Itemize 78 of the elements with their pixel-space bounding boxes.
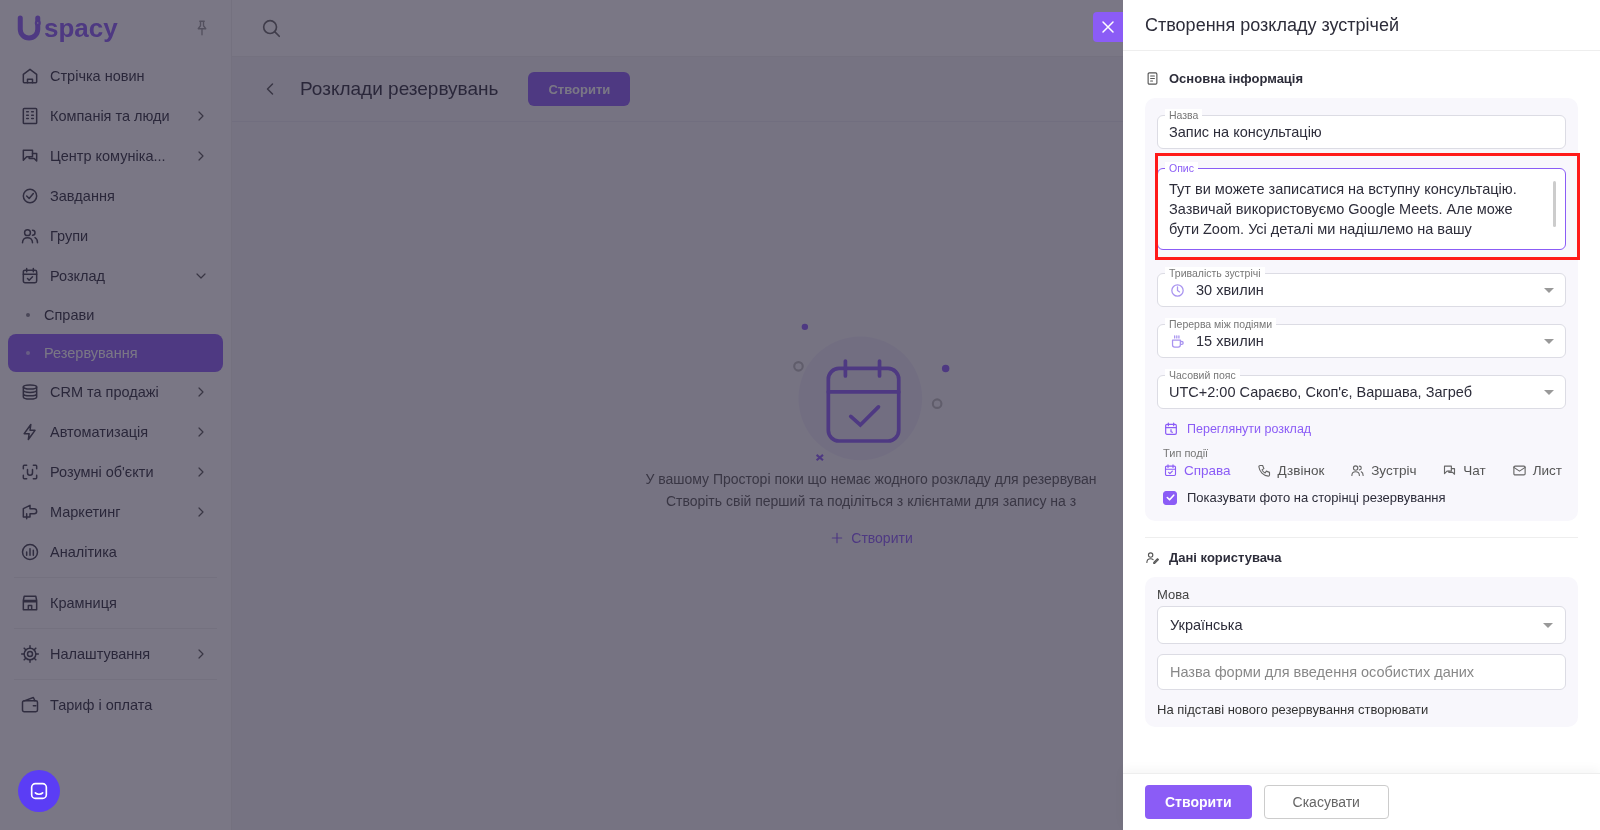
phone-icon <box>1256 463 1272 478</box>
close-button[interactable] <box>1093 12 1123 42</box>
logo-text: spacy <box>44 12 118 44</box>
shop-icon <box>20 593 40 613</box>
sidebar-item[interactable]: Тариф і оплата <box>8 685 223 725</box>
document-icon <box>1145 71 1160 86</box>
chart-icon <box>20 542 40 562</box>
dropdown-field[interactable]: Тривалість зустрічі 30 хвилин <box>1157 266 1566 307</box>
event-type-option[interactable]: Дзвінок <box>1256 463 1325 478</box>
dropdown-caret-icon <box>1544 389 1554 395</box>
dropdown-caret-icon <box>1544 338 1554 344</box>
dropdown-field[interactable]: Українська <box>1157 606 1566 644</box>
chat-bubbles-icon <box>1442 463 1458 478</box>
event-type-option[interactable]: Зустріч <box>1350 463 1417 478</box>
search-icon[interactable] <box>260 17 282 39</box>
check-circle-icon <box>20 186 40 206</box>
home-icon <box>20 66 40 86</box>
calendar-icon <box>1163 463 1178 478</box>
clock-icon <box>1169 281 1186 299</box>
page-title: Розклади резервувань <box>300 78 499 100</box>
field-label: Мова <box>1157 587 1191 602</box>
event-type-option[interactable]: Лист <box>1511 463 1562 478</box>
field-label: Часовий пояс <box>1165 369 1240 381</box>
option-heading: На підставі нового резервування створювати <box>1157 702 1430 717</box>
create-button[interactable]: Створити <box>1145 785 1252 819</box>
field-label: Назва <box>1165 109 1203 121</box>
section-title: Основна інформація <box>1169 71 1304 86</box>
sidebar-item[interactable]: Крамниця <box>8 583 223 623</box>
user-edit-icon <box>1145 550 1160 565</box>
building-icon <box>20 106 40 126</box>
sidebar-item[interactable]: Аналітика <box>8 532 223 572</box>
stack-icon <box>20 382 40 402</box>
chat-icon <box>28 780 50 802</box>
event-type-option[interactable]: Справа <box>1163 463 1231 478</box>
sidebar-item[interactable]: Розклад <box>8 256 223 296</box>
sidebar-item[interactable]: Компанія та люди <box>8 96 223 136</box>
event-type-option[interactable]: Чат <box>1442 463 1486 478</box>
sidebar-item[interactable]: Завдання <box>8 176 223 216</box>
sidebar-item[interactable]: Маркетинг <box>8 492 223 532</box>
input-field[interactable]: Назва форми для введення особистих даних <box>1157 654 1566 690</box>
sidebar-item[interactable]: Налаштування <box>8 634 223 674</box>
field-label: Тип події <box>1163 447 1210 459</box>
view-schedule-link[interactable]: Переглянути розклад <box>1163 421 1312 437</box>
scrollbar <box>1553 181 1556 227</box>
dropdown-field[interactable]: Часовий пояс UTC+2:00 Сараєво, Скоп'є, Варшава, Загреб <box>1157 368 1566 409</box>
calendar-icon <box>20 266 40 286</box>
field-label: Тривалість зустрічі <box>1165 267 1265 279</box>
sidebar-item[interactable]: CRM та продажі <box>8 372 223 412</box>
sidebar-subitem[interactable]: Справи <box>8 296 223 334</box>
empty-state-text: Створіть свій перший та поділіться з клієнтами для запису на з <box>665 493 1077 509</box>
checkbox-label: Показувати фото на сторінці резервування <box>1187 490 1446 505</box>
envelope-icon <box>1511 463 1527 478</box>
cup-icon <box>1169 332 1186 350</box>
sidebar-item[interactable]: Стрічка новин <box>8 56 223 96</box>
dropdown-caret-icon <box>1543 622 1553 628</box>
dropdown-caret-icon <box>1544 287 1554 293</box>
people-icon <box>20 226 40 246</box>
textarea-field[interactable]: Опис Тут ви можете записатися на вступну консультацію. Зазвичай використовуємо Google Meets. Але може бути Zoom. Усі деталі ми надішлемо на вашу <box>1157 161 1566 250</box>
cancel-button[interactable]: Скасувати <box>1263 785 1389 819</box>
people-icon <box>1350 463 1366 478</box>
field-label: Перерва між подіями <box>1165 318 1277 330</box>
settings-icon <box>20 644 40 664</box>
scan-frame-icon <box>20 462 40 482</box>
calendar-clock-icon <box>1163 421 1179 437</box>
checkmark-icon <box>1164 492 1176 503</box>
checkbox[interactable] <box>1163 490 1177 505</box>
sidebar-item[interactable]: Розумні об'єкти <box>8 452 223 492</box>
wallet-icon <box>20 695 40 715</box>
field-label: Опис <box>1165 162 1198 174</box>
sidebar-item[interactable]: Групи <box>8 216 223 256</box>
create-link[interactable]: Створити <box>829 530 913 546</box>
panel-title: Створення розкладу зустрічей <box>1145 14 1399 36</box>
dropdown-field[interactable]: Перерва між подіями 15 хвилин <box>1157 317 1566 358</box>
sidebar-item[interactable]: Автоматизація <box>8 412 223 452</box>
section-title: Дані користувача <box>1169 550 1282 565</box>
empty-state-text: У вашому Просторі поки що немає жодного розкладу для резервуван <box>645 471 1097 487</box>
text-field[interactable]: Назва Запис на консультацію <box>1157 108 1566 149</box>
sidebar-item[interactable]: Центр комуніка... <box>8 136 223 176</box>
